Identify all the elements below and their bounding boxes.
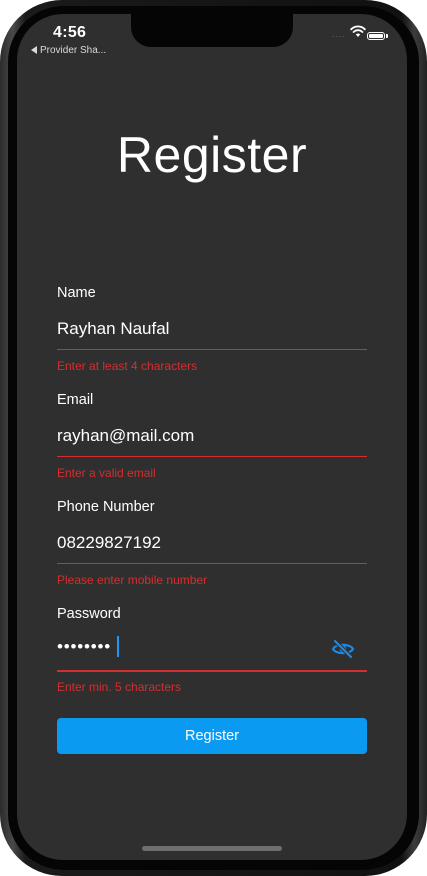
back-triangle-icon <box>31 46 37 54</box>
wifi-icon <box>350 25 366 37</box>
back-to-app-link[interactable]: Provider Sha... <box>31 45 106 56</box>
app-screen: 4:56 Provider Sha... .... Register Name … <box>17 14 407 860</box>
phone-frame: 4:56 Provider Sha... .... Register Name … <box>0 0 427 876</box>
password-underline <box>57 670 367 672</box>
phone-input[interactable] <box>57 533 357 553</box>
home-indicator[interactable] <box>142 846 282 851</box>
email-label: Email <box>57 392 94 408</box>
device-notch <box>131 14 293 47</box>
name-label: Name <box>57 285 96 301</box>
phone-underline <box>57 563 367 564</box>
email-error: Enter a valid email <box>57 466 156 480</box>
page-title: Register <box>116 127 308 183</box>
name-underline <box>57 349 367 350</box>
battery-icon <box>367 32 385 40</box>
text-cursor <box>117 636 119 657</box>
name-error: Enter at least 4 characters <box>57 359 198 373</box>
phone-label: Phone Number <box>57 499 155 515</box>
password-error: Enter min. 5 characters <box>57 680 182 694</box>
password-input[interactable]: •••••••• <box>57 637 111 657</box>
battery-tip <box>386 34 388 38</box>
back-link-label: Provider Sha... <box>40 45 107 56</box>
password-label: Password <box>57 606 121 622</box>
signal-icon: .... <box>332 29 347 39</box>
register-button[interactable]: Register <box>57 718 367 754</box>
name-input[interactable] <box>57 319 357 339</box>
phone-error: Please enter mobile number <box>57 573 208 587</box>
email-input[interactable] <box>57 426 357 446</box>
email-underline <box>57 456 367 457</box>
status-time: 4:56 <box>53 24 87 41</box>
eye-off-icon[interactable] <box>331 637 355 661</box>
